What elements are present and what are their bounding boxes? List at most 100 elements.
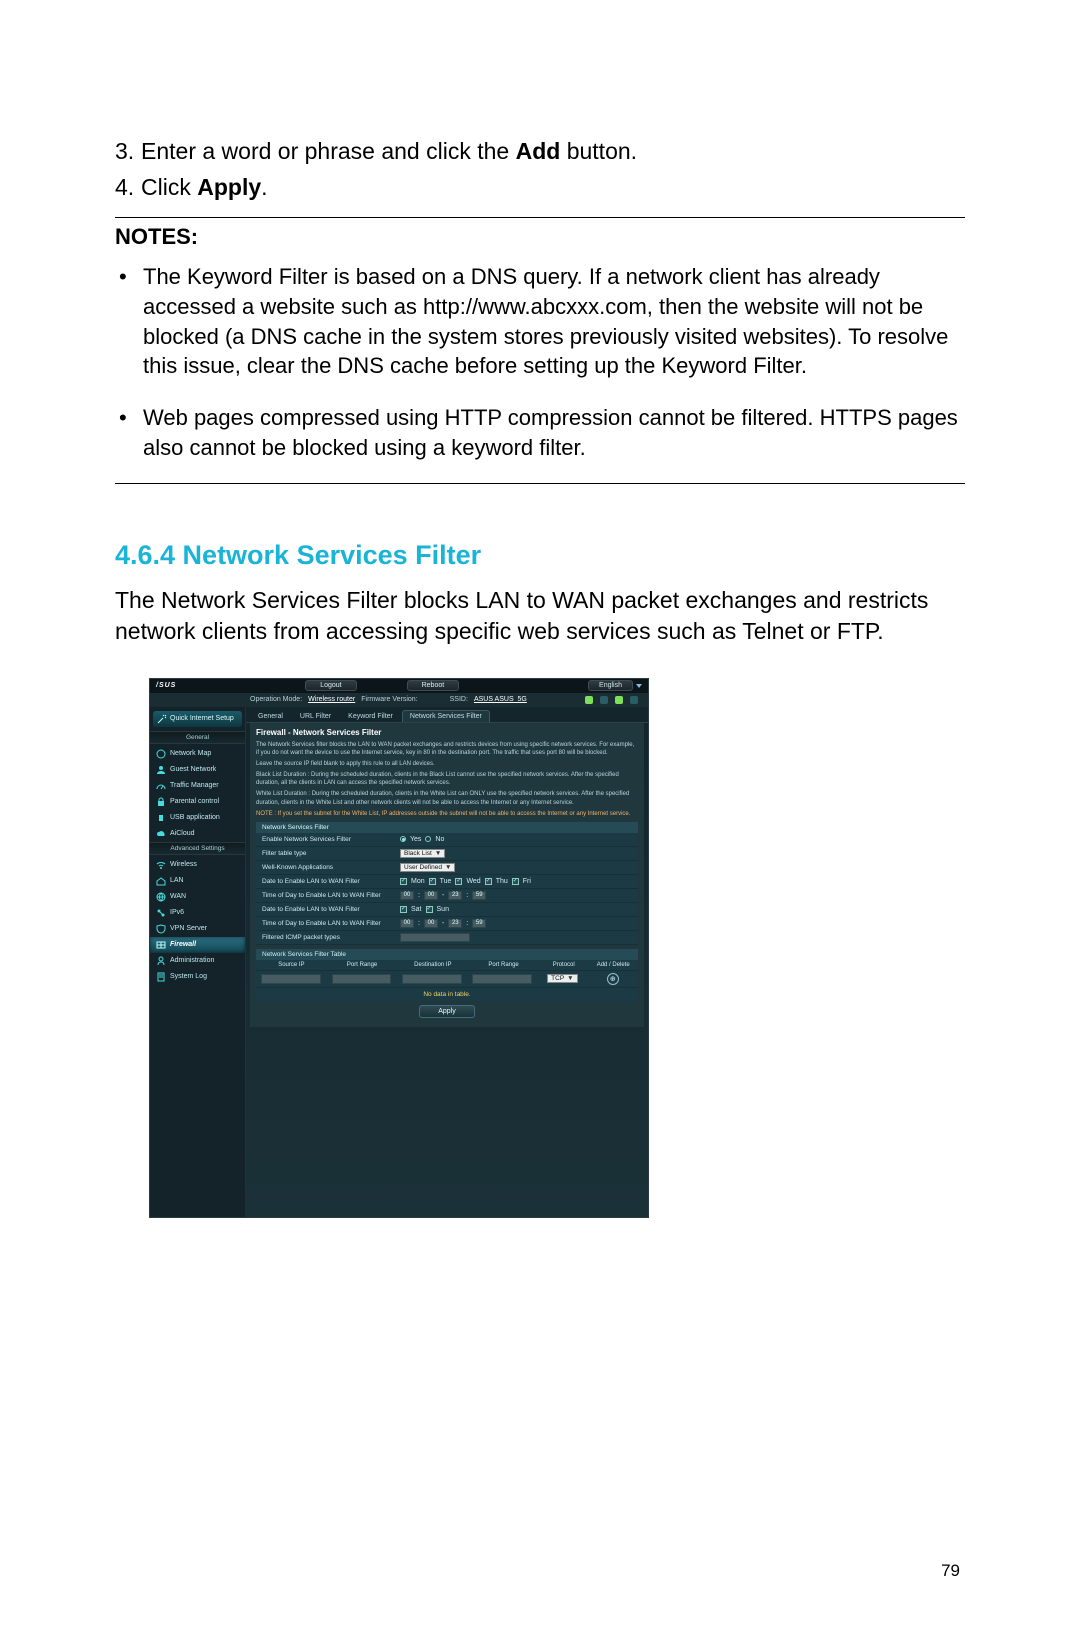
panel-desc: The Network Services filter blocks the L… (256, 741, 638, 757)
sidebar-item-vpn-server[interactable]: VPN Server (150, 921, 245, 937)
checkbox-fri[interactable]: ✓ (512, 878, 519, 885)
sidebar-quick-setup[interactable]: Quick Internet Setup (153, 711, 242, 727)
op-mode-value[interactable]: Wireless router (308, 696, 355, 703)
apply-button[interactable]: Apply (419, 1005, 475, 1018)
form-section: Network Services Filter Enable Network S… (256, 822, 638, 945)
form-row-filter-type: Filter table type Black List▼ (256, 847, 638, 861)
instruction-4: 4.Click Apply. (115, 171, 965, 203)
time-input[interactable]: 59 (472, 919, 486, 928)
time-input[interactable]: 00 (424, 919, 438, 928)
panel-desc: White List Duration : During the schedul… (256, 790, 638, 806)
day-label: Mon (411, 878, 425, 885)
sidebar-item-label: Guest Network (170, 766, 216, 773)
sidebar-item-ipv6[interactable]: IPv6 (150, 905, 245, 921)
sidebar-item-label: LAN (170, 877, 184, 884)
panel-desc: Black List Duration : During the schedul… (256, 771, 638, 787)
sidebar-item-label: Administration (170, 957, 214, 964)
sidebar-section-general: General (150, 731, 245, 744)
filter-type-select[interactable]: Black List▼ (400, 849, 445, 858)
fw-label: Firmware Version: (361, 696, 417, 703)
time-input[interactable]: 23 (448, 891, 462, 900)
protocol-select[interactable]: TCP▼ (547, 974, 577, 983)
checkbox-tue[interactable]: ✓ (429, 878, 436, 885)
status-icon (600, 696, 608, 704)
form-label: Filter table type (262, 850, 400, 857)
router-topbar: /SUS Logout Reboot English (150, 679, 648, 693)
tab-keyword-filter[interactable]: Keyword Filter (340, 710, 401, 722)
time-input[interactable]: 23 (448, 919, 462, 928)
ssid-value[interactable]: ASUS ASUS_5G (474, 696, 527, 703)
time-input[interactable]: 00 (424, 891, 438, 900)
instruction-list: 3.Enter a word or phrase and click the A… (115, 135, 965, 203)
sidebar-item-administration[interactable]: Administration (150, 953, 245, 969)
radio-no[interactable] (425, 836, 431, 842)
sidebar-item-label: Traffic Manager (170, 782, 219, 789)
globe-icon (156, 892, 166, 902)
checkbox-mon[interactable]: ✓ (400, 878, 407, 885)
col-add-delete: Add / Delete (588, 960, 638, 970)
log-icon (156, 972, 166, 982)
tab-url-filter[interactable]: URL Filter (292, 710, 339, 722)
notes-heading: NOTES: (115, 224, 965, 250)
tab-general[interactable]: General (250, 710, 291, 722)
sidebar-item-wan[interactable]: WAN (150, 889, 245, 905)
wand-icon (157, 714, 167, 724)
dest-ip-input[interactable] (402, 974, 462, 984)
sidebar-item-label: Wireless (170, 861, 197, 868)
sidebar-item-label: System Log (170, 973, 207, 980)
router-main: General URL Filter Keyword Filter Networ… (246, 707, 648, 1217)
sidebar-item-firewall[interactable]: Firewall (150, 937, 245, 953)
language-selector[interactable]: English (588, 680, 642, 691)
form-row-enable: Enable Network Services Filter Yes No (256, 833, 638, 847)
sidebar-item-guest-network[interactable]: Guest Network (150, 762, 245, 778)
logout-button[interactable]: Logout (305, 680, 356, 691)
icmp-input[interactable] (400, 933, 470, 942)
checkbox-thu[interactable]: ✓ (485, 878, 492, 885)
panel-title: Firewall - Network Services Filter (256, 728, 638, 737)
day-label: Wed (466, 878, 480, 885)
checkbox-sat[interactable]: ✓ (400, 906, 407, 913)
select-value: TCP (551, 975, 564, 982)
tab-network-services-filter[interactable]: Network Services Filter (402, 710, 490, 722)
add-button[interactable]: ⊕ (607, 973, 619, 985)
notes-list: The Keyword Filter is based on a DNS que… (115, 262, 965, 462)
port-range-input-2[interactable] (472, 974, 532, 984)
checkbox-sun[interactable]: ✓ (426, 906, 433, 913)
time-input[interactable]: 00 (400, 919, 414, 928)
port-range-input[interactable] (332, 974, 392, 984)
sidebar-item-lan[interactable]: LAN (150, 873, 245, 889)
col-dest-ip: Destination IP (397, 960, 468, 970)
day-label: Sat (411, 906, 422, 913)
time-input[interactable]: 00 (400, 891, 414, 900)
instruction-bold: Apply (197, 174, 261, 200)
time-input[interactable]: 59 (472, 891, 486, 900)
col-port-range-2: Port Range (468, 960, 539, 970)
instruction-number: 4. (115, 171, 141, 203)
sidebar-item-traffic-manager[interactable]: Traffic Manager (150, 778, 245, 794)
sidebar-item-system-log[interactable]: System Log (150, 969, 245, 985)
sidebar-item-aicloud[interactable]: AiCloud (150, 826, 245, 842)
status-icon (585, 696, 593, 704)
language-value: English (588, 680, 633, 691)
firewall-icon (156, 940, 166, 950)
sidebar-item-usb-application[interactable]: USB application (150, 810, 245, 826)
select-value: User Defined (404, 864, 442, 871)
col-protocol: Protocol (539, 960, 589, 970)
reboot-button[interactable]: Reboot (407, 680, 460, 691)
sidebar-item-label: Parental control (170, 798, 219, 805)
form-label: Date to Enable LAN to WAN Filter (262, 906, 400, 913)
source-ip-input[interactable] (261, 974, 321, 984)
instruction-text: Enter a word or phrase and click the (141, 138, 516, 164)
radio-yes[interactable] (400, 836, 406, 842)
form-label: Filtered ICMP packet types (262, 934, 400, 941)
sidebar-item-wireless[interactable]: Wireless (150, 857, 245, 873)
notes-bullet: The Keyword Filter is based on a DNS que… (143, 262, 965, 381)
sidebar-item-label: IPv6 (170, 909, 184, 916)
checkbox-wed[interactable]: ✓ (455, 878, 462, 885)
instruction-3: 3.Enter a word or phrase and click the A… (115, 135, 965, 167)
well-known-select[interactable]: User Defined▼ (400, 863, 455, 872)
sidebar-item-parental-control[interactable]: Parental control (150, 794, 245, 810)
filter-table: Network Services Filter Table Source IP … (256, 949, 638, 1022)
usb-icon (156, 813, 166, 823)
sidebar-item-network-map[interactable]: Network Map (150, 746, 245, 762)
